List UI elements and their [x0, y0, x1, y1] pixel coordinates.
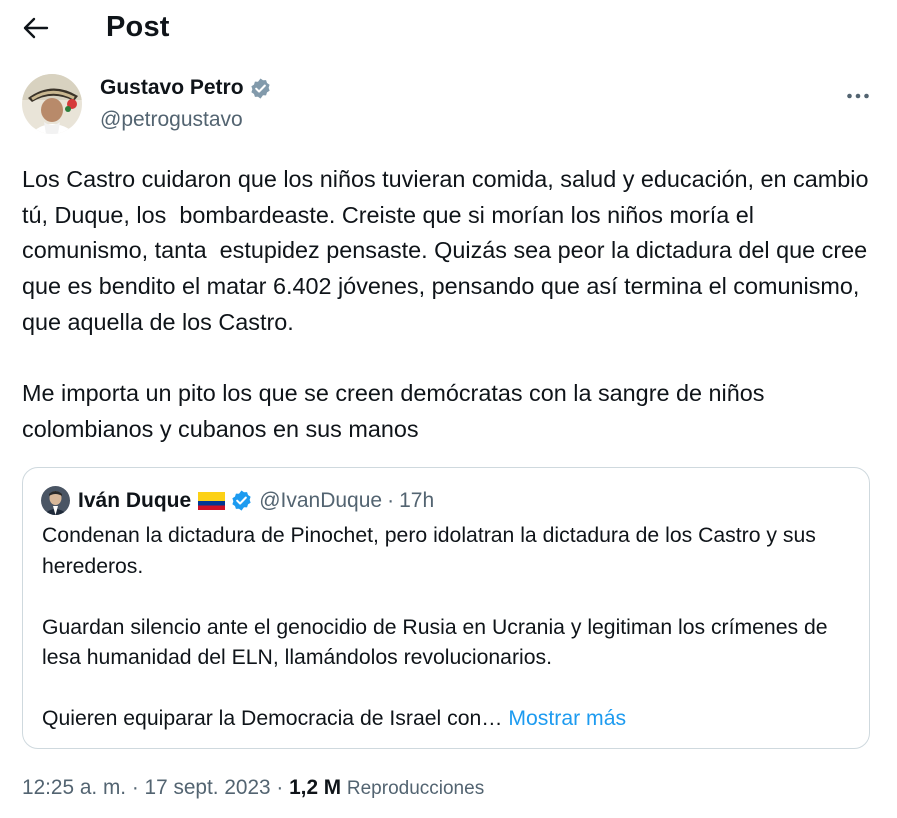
show-more-link[interactable]: Mostrar más — [508, 707, 626, 730]
quoted-paragraph: Guardan silencio ante el genocidio de Ru… — [42, 615, 828, 670]
quoted-post-header: Iván Duque @IvanDuque · 17h — [41, 486, 434, 515]
author-handle[interactable]: @petrogustavo — [100, 108, 243, 132]
separator-dot: · — [276, 776, 284, 799]
separator-dot: · — [131, 776, 139, 799]
post-header: Post — [0, 0, 897, 60]
quoted-post-card[interactable]: Iván Duque @IvanDuque · 17h Condenan la … — [22, 467, 870, 749]
quoted-author-handle: @IvanDuque — [259, 488, 383, 512]
author-name: Gustavo Petro — [100, 76, 244, 99]
quoted-post-text: Condenan la dictadura de Pinochet, pero … — [42, 521, 862, 735]
quoted-avatar[interactable] — [41, 486, 70, 515]
quoted-author-name: Iván Duque — [78, 488, 192, 512]
verified-badge-icon — [230, 489, 253, 512]
post-paragraph: Me importa un pito los que se creen demó… — [22, 380, 771, 442]
separator-dot: · — [387, 488, 395, 512]
page-title: Post — [106, 11, 170, 43]
arrow-left-icon — [23, 17, 49, 44]
post-author: Gustavo Petro @petrogustavo — [22, 72, 882, 136]
quoted-paragraph-last: Quieren equiparar la Democracia de Israe… — [42, 704, 862, 735]
avatar[interactable] — [22, 74, 82, 134]
more-horizontal-icon — [846, 87, 870, 105]
quoted-paragraph-text: Quieren equiparar la Democracia de Israe… — [42, 707, 503, 730]
more-options-button[interactable] — [842, 80, 874, 112]
views-label: Reproducciones — [346, 778, 485, 799]
post-meta: 12:25 a. m. · 17 sept. 2023 · 1,2 M Repr… — [22, 776, 484, 800]
post-text: Los Castro cuidaron que los niños tuvier… — [22, 162, 877, 448]
post-date[interactable]: 17 sept. 2023 — [145, 776, 271, 799]
quoted-timestamp[interactable]: 17h — [399, 489, 434, 513]
quoted-paragraph: Condenan la dictadura de Pinochet, pero … — [42, 524, 816, 578]
verified-badge-icon — [249, 77, 272, 100]
colombia-flag-icon — [198, 491, 226, 510]
post-time[interactable]: 12:25 a. m. — [22, 776, 126, 799]
back-button[interactable] — [16, 12, 56, 48]
views-count: 1,2 M — [289, 776, 342, 799]
post-paragraph: Los Castro cuidaron que los niños tuvier… — [22, 166, 875, 335]
author-name-link[interactable]: Gustavo Petro — [100, 76, 272, 100]
